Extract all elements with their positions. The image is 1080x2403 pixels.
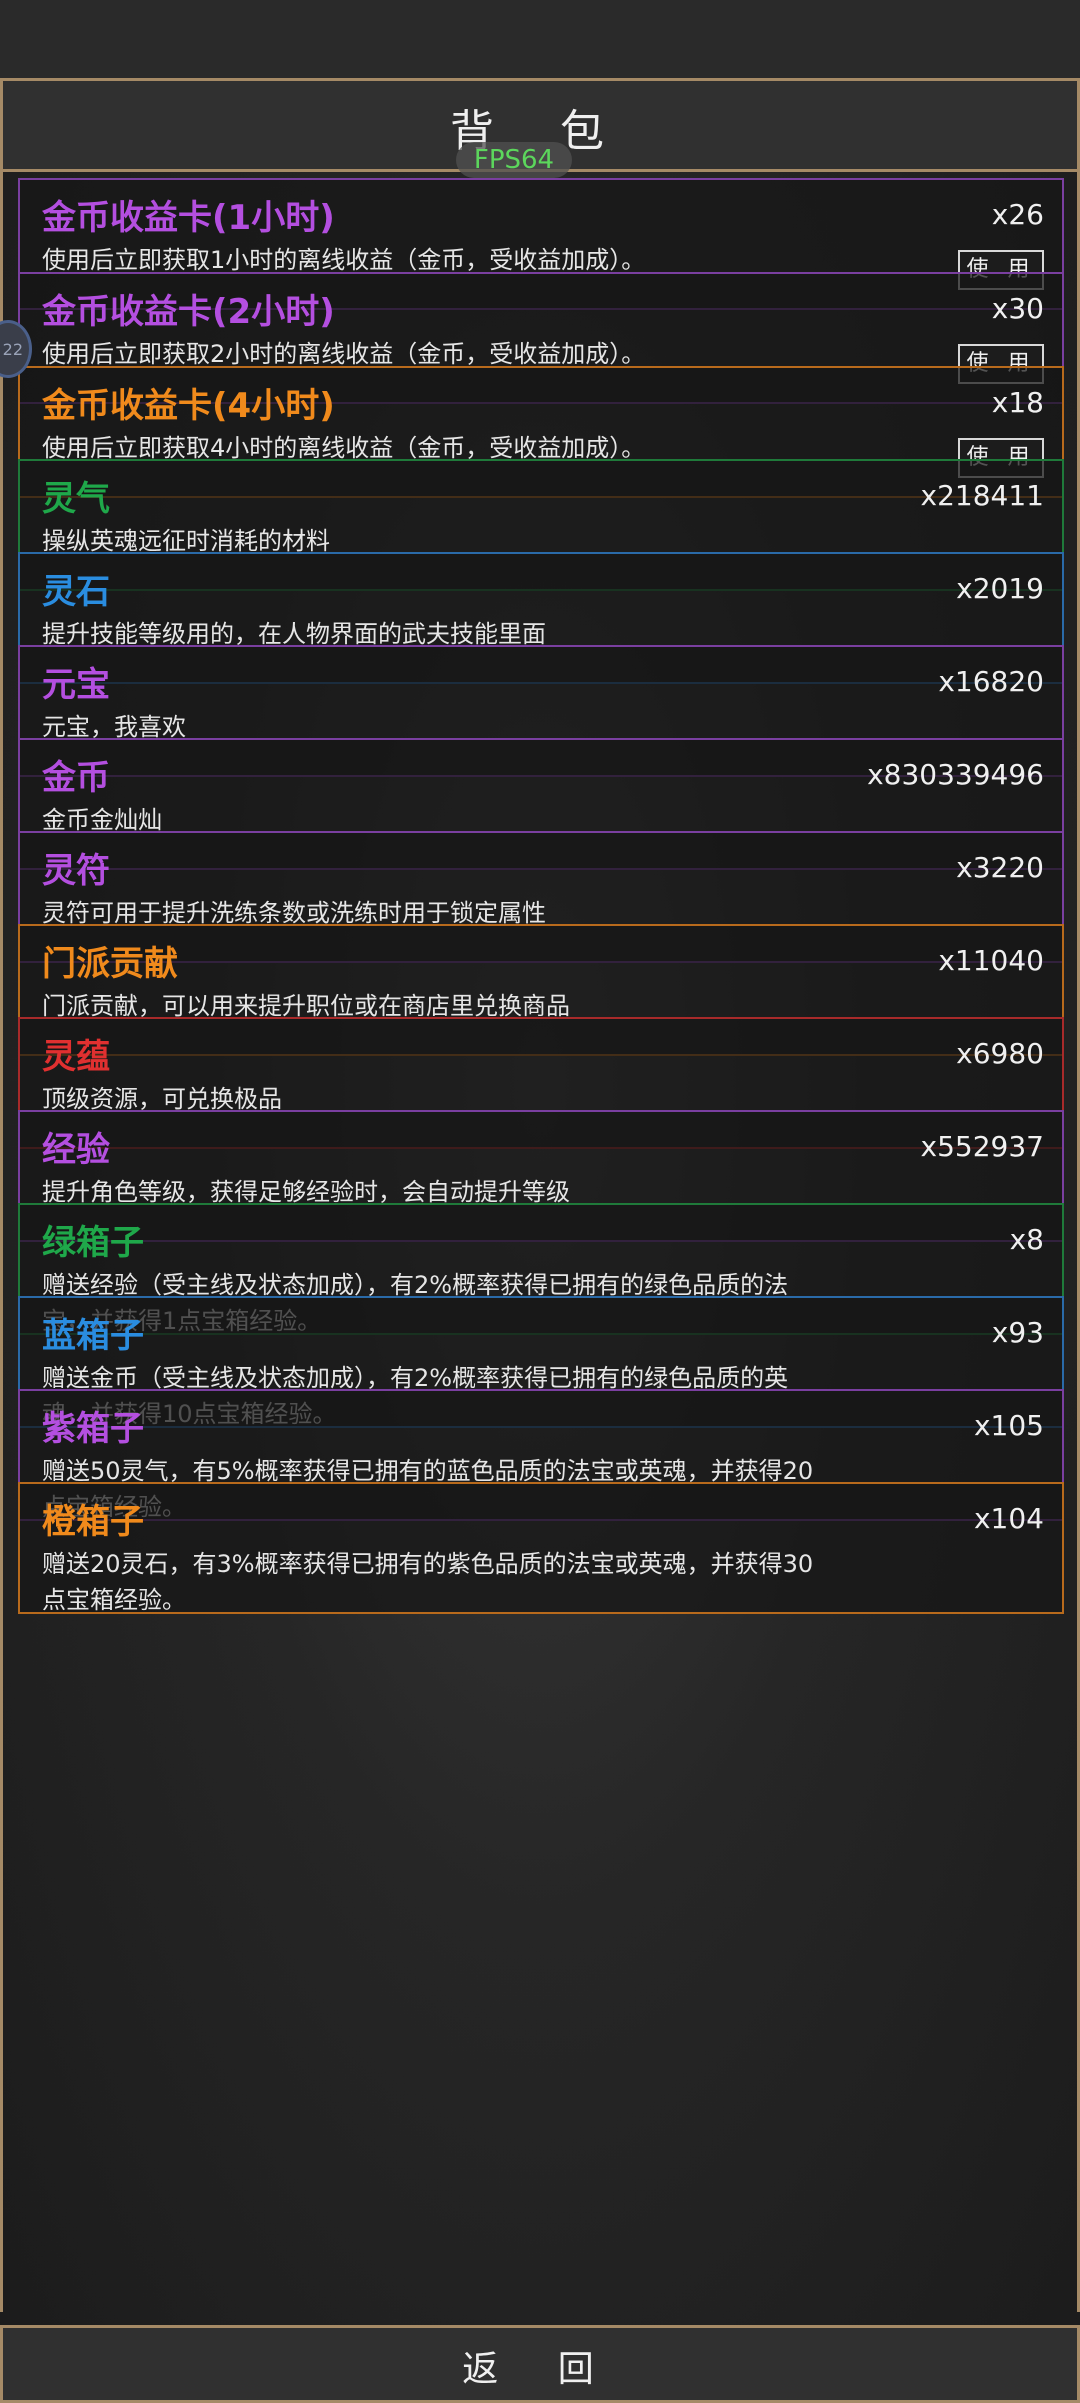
item-count: x26 — [991, 198, 1044, 231]
item-name: 蓝箱子 — [42, 1316, 144, 1356]
status-bar — [0, 0, 1080, 78]
item-count: x8 — [1009, 1223, 1044, 1256]
item-name: 灵蕴 — [42, 1037, 110, 1077]
item-count: x93 — [991, 1316, 1044, 1349]
item-name: 绿箱子 — [42, 1223, 144, 1263]
item-name: 紫箱子 — [42, 1409, 144, 1449]
item-count: x218411 — [920, 479, 1044, 512]
item-name: 灵石 — [42, 572, 110, 612]
inventory-item[interactable]: 橙箱子赠送20灵石，有3%概率获得已拥有的紫色品质的法宝或英魂，并获得30点宝箱… — [18, 1482, 1064, 1614]
item-name: 金币收益卡(4小时) — [42, 386, 335, 426]
item-count: x2019 — [956, 572, 1044, 605]
item-name: 金币收益卡(1小时) — [42, 198, 335, 238]
item-name: 元宝 — [42, 665, 110, 705]
item-name: 灵气 — [42, 479, 110, 519]
item-name: 金币收益卡(2小时) — [42, 292, 335, 332]
footer-bar: 返 回 — [0, 2325, 1080, 2403]
item-name: 灵符 — [42, 851, 110, 891]
item-name: 橙箱子 — [42, 1502, 144, 1542]
item-count: x3220 — [956, 851, 1044, 884]
item-count: x30 — [991, 292, 1044, 325]
item-count: x552937 — [920, 1130, 1044, 1163]
item-count: x6980 — [956, 1037, 1044, 1070]
item-description: 赠送20灵石，有3%概率获得已拥有的紫色品质的法宝或英魂，并获得30点宝箱经验。 — [42, 1550, 814, 1614]
item-count: x16820 — [938, 665, 1044, 698]
item-name: 经验 — [42, 1130, 110, 1170]
item-count: x104 — [973, 1502, 1044, 1535]
inventory-list[interactable]: 金币收益卡(1小时) 使用后立即获取1小时的离线收益（金币，受收益加成）。 x26 使… — [0, 170, 1080, 2312]
item-count: x11040 — [938, 944, 1044, 977]
back-button[interactable]: 返 回 — [3, 2340, 1077, 2392]
item-count: x830339496 — [867, 758, 1044, 791]
item-name: 金币 — [42, 758, 110, 798]
item-count: x105 — [973, 1409, 1044, 1442]
item-name: 门派贡献 — [42, 944, 178, 984]
item-count: x18 — [991, 386, 1044, 419]
